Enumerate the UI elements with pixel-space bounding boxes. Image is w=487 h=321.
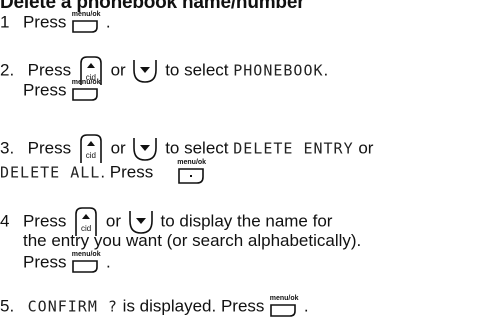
step-5-is-displayed: is displayed. Press [122, 296, 265, 316]
step-5-period: . [303, 296, 309, 316]
step-4-press: Press [22, 211, 67, 231]
step-4-line-2: the entry you want (or search alphabetic… [23, 231, 362, 250]
step-2-line-2: Press menu/ok [23, 79, 101, 102]
menu-ok-key-icon: menu/ok [71, 251, 101, 274]
step-2-or: or [110, 60, 126, 80]
lcd-delete-entry: DELETE ENTRY [233, 139, 354, 158]
step-3-number: 3. [0, 138, 15, 158]
step-3-press-2: . Press [100, 162, 154, 182]
step-4-or: or [105, 211, 121, 231]
menu-ok-key-icon: menu/ok [71, 79, 101, 102]
instruction-page: Delete a phonebook name/number 1 Press m… [0, 0, 487, 321]
step-3-to-select: to select [165, 138, 229, 158]
step-4-press-2: Press [23, 252, 67, 272]
step-1-press: Press [22, 12, 67, 32]
step-1: 1 Press menu/ok . [0, 11, 111, 34]
step-4-period: . [105, 252, 111, 272]
step-3-press: Press [27, 138, 72, 158]
step-2-number: 2. [0, 60, 15, 80]
step-2-to-select: to select [165, 60, 229, 80]
lcd-phonebook: PHONEBOOK [233, 61, 324, 80]
menu-ok-key-icon: menu/ok [177, 159, 207, 186]
step-3-line-2: DELETE ALL. Press menu/ok [0, 159, 207, 186]
step-5: 5. CONFIRM ? is displayed. Press menu/ok… [0, 295, 309, 318]
step-3-or-2: or [358, 138, 374, 158]
down-key-icon [131, 58, 159, 84]
lcd-delete-all: DELETE ALL [0, 163, 101, 182]
step-4-number: 4 [0, 211, 10, 231]
step-1-period: . [105, 12, 111, 32]
step-3-or: or [110, 138, 126, 158]
menu-ok-key-icon: menu/ok [269, 295, 299, 318]
step-4-to-display: to display the name for [160, 211, 333, 231]
step-2-press: Press [27, 60, 72, 80]
lcd-confirm: CONFIRM ? [27, 297, 118, 316]
step-2-press-2: Press [23, 80, 67, 100]
menu-ok-key-icon: menu/ok [71, 11, 101, 34]
step-1-number: 1 [0, 12, 10, 32]
step-4-line-3: Press menu/ok . [23, 251, 111, 274]
step-2-period: . [323, 60, 329, 80]
step-5-number: 5. [0, 296, 15, 316]
down-key-icon [131, 136, 159, 162]
